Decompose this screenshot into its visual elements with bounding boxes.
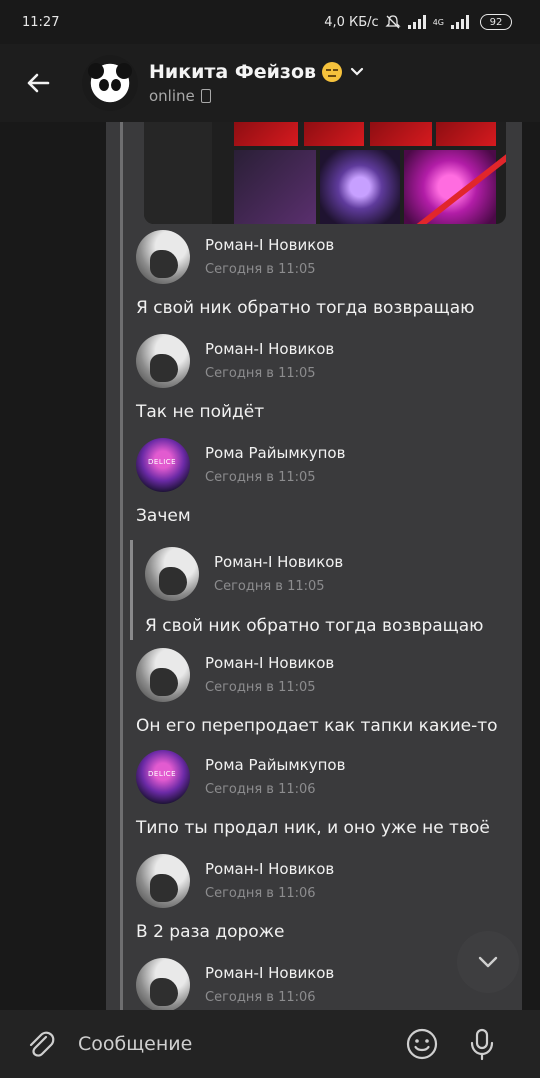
smile-icon [406, 1028, 438, 1060]
message-time: Сегодня в 11:05 [205, 262, 316, 277]
status-indicators: 4,0 КБ/с 4G 92 [324, 14, 512, 30]
expressionless-emoji-icon [322, 62, 343, 82]
chevron-down-icon [478, 956, 498, 968]
thumb-red-1 [234, 122, 298, 146]
avatar[interactable] [136, 334, 190, 388]
paperclip-icon [29, 1031, 55, 1057]
message-text: Зачем [136, 506, 191, 526]
message-input[interactable] [76, 1021, 400, 1067]
message-text: В 2 раза дороже [136, 922, 285, 942]
image-attachment[interactable] [144, 122, 506, 224]
avatar-ear-left [88, 63, 104, 79]
message-item[interactable]: Роман-I Новиков Сегодня в 11:05 Он его п… [106, 646, 522, 750]
contact-avatar[interactable] [82, 55, 138, 111]
message-time: Сегодня в 11:06 [205, 782, 316, 797]
message-time: Сегодня в 11:05 [214, 579, 325, 594]
message-author[interactable]: Рома Райымкупов [205, 756, 345, 774]
battery-icon: 92 [480, 14, 512, 30]
attach-button[interactable] [18, 1022, 62, 1066]
message-author[interactable]: Роман-I Новиков [205, 964, 334, 982]
scroll-to-bottom-button[interactable] [457, 931, 519, 993]
message-time: Сегодня в 11:06 [205, 990, 316, 1005]
chevron-down-icon[interactable] [350, 67, 364, 77]
message-composer [0, 1010, 540, 1078]
message-text: Я свой ник обратно тогда возвращаю [136, 298, 475, 318]
avatar-eye-right [111, 79, 121, 91]
thumb-pink [404, 150, 496, 224]
thumb-dark-strip [144, 122, 212, 224]
avatar[interactable] [136, 648, 190, 702]
message-author[interactable]: Роман-I Новиков [205, 860, 334, 878]
emoji-button[interactable] [402, 1024, 442, 1064]
message-item[interactable]: Роман-I Новиков Сегодня в 11:05 Я свой н… [106, 228, 522, 332]
avatar[interactable] [145, 547, 199, 601]
quoted-message[interactable]: Роман-I Новиков Сегодня в 11:05 Я свой н… [106, 540, 522, 644]
message-time: Сегодня в 11:05 [205, 470, 316, 485]
quote-bar [130, 540, 133, 640]
chat-header: Никита Фейзов online [0, 44, 540, 122]
mute-icon [385, 15, 401, 29]
contact-name-row: Никита Фейзов [149, 61, 364, 83]
battery-level: 92 [489, 16, 503, 28]
avatar-ear-right [116, 63, 132, 79]
voice-message-button[interactable] [462, 1024, 502, 1064]
avatar[interactable] [136, 958, 190, 1010]
message-author[interactable]: Рома Райымкупов [205, 444, 345, 462]
avatar-eye-left [99, 79, 109, 91]
avatar[interactable] [136, 750, 190, 804]
network-speed: 4,0 КБ/с [324, 14, 379, 30]
message-time: Сегодня в 11:05 [205, 680, 316, 695]
message-item[interactable]: Рома Райымкупов Сегодня в 11:06 Типо ты … [106, 748, 522, 852]
thumb-purple [320, 150, 400, 224]
avatar[interactable] [136, 854, 190, 908]
back-arrow-icon [27, 73, 50, 93]
signal-4g-icon [451, 15, 469, 29]
avatar[interactable] [136, 438, 190, 492]
network-type: 4G [432, 17, 444, 27]
thumb-red-2 [304, 122, 364, 146]
back-button[interactable] [18, 63, 58, 103]
signal-icon [407, 15, 426, 29]
message-author[interactable]: Роман-I Новиков [205, 654, 334, 672]
microphone-icon [470, 1028, 494, 1061]
message-item[interactable]: Роман-I Новиков Сегодня в 11:05 Так не п… [106, 332, 522, 436]
message-text: Так не пойдёт [136, 402, 265, 422]
message-author[interactable]: Роман-I Новиков [205, 236, 334, 254]
message-time: Сегодня в 11:06 [205, 886, 316, 901]
message-text: Типо ты продал ник, и оно уже не твоё [136, 818, 490, 838]
message-time: Сегодня в 11:05 [205, 366, 316, 381]
thumb-red-4 [436, 122, 496, 146]
contact-status: online [149, 87, 195, 105]
thumb-dark-1 [234, 150, 316, 224]
status-time: 11:27 [22, 14, 60, 30]
avatar[interactable] [136, 230, 190, 284]
message-author[interactable]: Роман-I Новиков [205, 340, 334, 358]
contact-status-row: online [149, 87, 364, 105]
forwarded-messages-card: Роман-I Новиков Сегодня в 11:05 Я свой н… [106, 122, 522, 1010]
thumb-red-3 [370, 122, 432, 146]
message-item[interactable]: Роман-I Новиков Сегодня в 11:06 В 2 раза… [106, 852, 522, 956]
contact-name: Никита Фейзов [149, 61, 317, 83]
message-item[interactable]: Рома Райымкупов Сегодня в 11:05 Зачем [106, 436, 522, 536]
contact-info[interactable]: Никита Фейзов online [149, 61, 364, 105]
message-author[interactable]: Роман-I Новиков [214, 553, 343, 571]
message-text: Я свой ник обратно тогда возвращаю [145, 616, 484, 636]
message-text: Он его перепродает как тапки какие-то [136, 716, 498, 736]
status-bar: 11:27 4,0 КБ/с 4G 92 [0, 0, 540, 44]
phone-icon [200, 89, 211, 103]
